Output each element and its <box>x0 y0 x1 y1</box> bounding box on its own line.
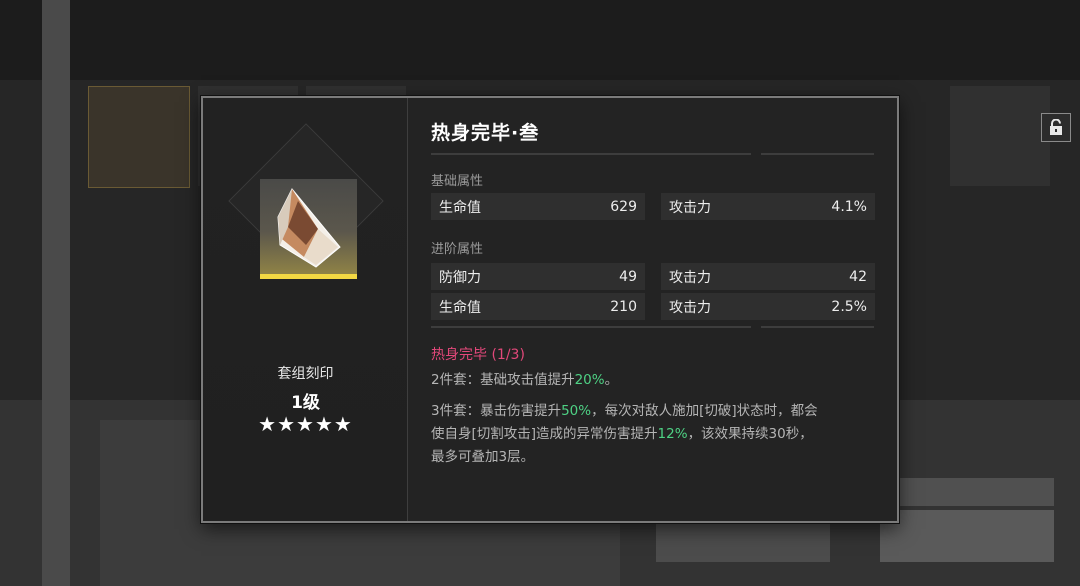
three-piece-bonus-text: 3件套：暴击伤害提升50%，每次对敌人施加[切破]状态时，都会 使自身[切割攻击… <box>431 400 891 469</box>
stat-name: 攻击力 <box>669 199 711 216</box>
base-stat-row: 攻击力 4.1% <box>661 193 875 220</box>
stat-value: 210 <box>610 298 637 315</box>
item-icon-frame <box>260 179 357 279</box>
item-preview-panel: 套组刻印 1级 ★★★★★ <box>203 98 408 521</box>
stat-value: 49 <box>619 268 637 285</box>
base-stat-row: 生命值 629 <box>431 193 645 220</box>
stat-value: 629 <box>610 198 637 215</box>
two-piece-bonus-text: 2件套：基础攻击值提升20%。 <box>431 369 618 392</box>
background-stripe <box>42 0 70 586</box>
bonus-text: 使自身[切割攻击]造成的异常伤害提升 <box>431 426 658 442</box>
unlock-icon <box>1050 119 1062 135</box>
crystal-shard-icon <box>277 188 341 268</box>
background-top-bar <box>0 0 1080 80</box>
stat-name: 攻击力 <box>669 269 711 286</box>
base-stats-label: 基础属性 <box>431 174 484 189</box>
bonus-text: 2件套：基础攻击值提升 <box>431 372 575 388</box>
bonus-text: 最多可叠加3层。 <box>431 449 535 465</box>
advanced-stat-row: 攻击力 42 <box>661 263 875 290</box>
background-inventory-tile <box>950 86 1050 186</box>
rarity-stars: ★★★★★ <box>258 412 353 436</box>
item-detail-popup: 套组刻印 1级 ★★★★★ 热身完毕·叁 基础属性 生命值 629 攻击力 4.… <box>201 96 1071 523</box>
background-button <box>880 510 1054 562</box>
background-inventory-tile-selected <box>88 86 190 188</box>
stats-divider <box>431 326 751 328</box>
bonus-text: 3件套：暴击伤害提升 <box>431 403 562 419</box>
bonus-value: 50% <box>561 403 592 419</box>
advanced-stat-row: 防御力 49 <box>431 263 645 290</box>
bonus-value: 20% <box>574 372 605 388</box>
item-info-panel: 热身完毕·叁 基础属性 生命值 629 攻击力 4.1% 进阶属性 防御力 49… <box>409 98 1071 521</box>
bonus-value: 12% <box>657 426 688 442</box>
item-title: 热身完毕·叁 <box>431 122 540 144</box>
stats-divider-right <box>761 326 874 328</box>
stat-name: 生命值 <box>439 199 481 216</box>
set-bonus-name: 热身完毕 (1/3) <box>431 347 525 363</box>
advanced-stat-row: 攻击力 2.5% <box>661 293 875 320</box>
item-level: 1级 <box>291 393 320 413</box>
bonus-text: ，每次对敌人施加[切破]状态时，都会 <box>591 403 818 419</box>
advanced-stat-row: 生命值 210 <box>431 293 645 320</box>
lock-toggle-button[interactable] <box>1041 113 1071 142</box>
stat-value: 42 <box>849 268 867 285</box>
title-divider-right <box>761 153 874 155</box>
stat-value: 2.5% <box>831 298 867 315</box>
background-tab <box>880 478 1054 506</box>
title-divider <box>431 153 751 155</box>
stat-value: 4.1% <box>831 198 867 215</box>
advanced-stats-label: 进阶属性 <box>431 242 484 257</box>
bonus-text: 。 <box>604 372 619 388</box>
bonus-text: ，该效果持续30秒， <box>687 426 813 442</box>
set-type-label: 套组刻印 <box>277 366 334 382</box>
stat-name: 生命值 <box>439 299 481 316</box>
stat-name: 防御力 <box>439 269 481 286</box>
stat-name: 攻击力 <box>669 299 711 316</box>
